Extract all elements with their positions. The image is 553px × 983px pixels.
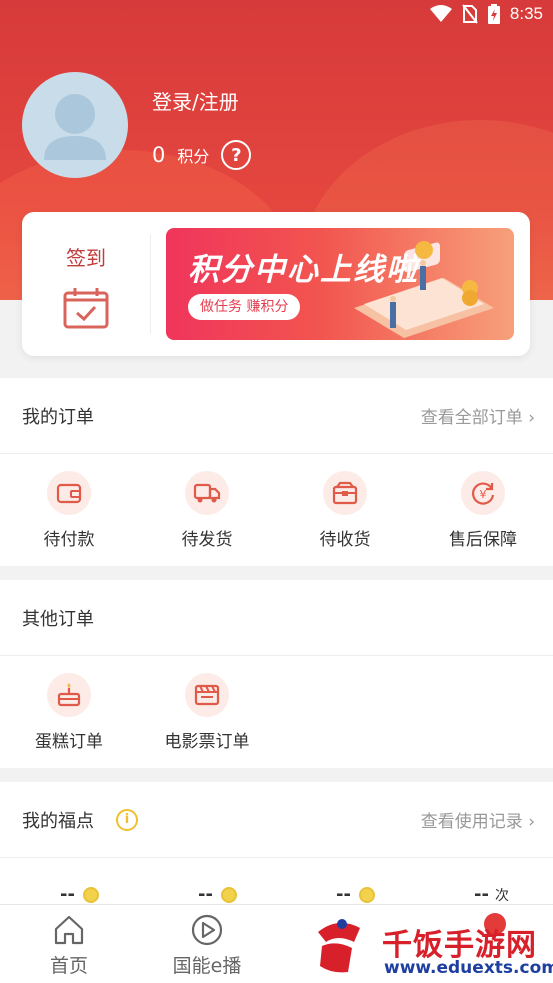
other-orders-header: 其他订单 [0,580,553,656]
order-item-label: 待发货 [181,530,233,550]
fudian-value: -- [198,884,213,905]
fudian-value-item: -- 次 [474,884,509,905]
film-icon [185,673,229,717]
wifi-icon [429,5,452,22]
wallet-icon [47,471,91,515]
order-after-sales[interactable]: ¥ 售后保障 [414,454,552,566]
tab-label: 国能e播 [172,955,242,977]
fudian-value: -- [336,884,351,905]
fudian-value-item: -- [60,884,99,905]
battery-charging-icon [487,4,500,24]
checkin-banner-card: 签到 积分中心上线啦 做任务 赚积分 [22,212,530,356]
banner-illustration [354,241,494,338]
help-icon[interactable]: ? [221,140,252,170]
card-divider [150,234,151,334]
fudian-value: -- [60,884,75,905]
fudian-value: -- [474,884,489,905]
site-watermark: 千饭手游网 www.eduexts.com [300,908,553,983]
no-sim-icon [462,4,478,24]
watermark-logo-icon [318,919,360,973]
fudian-value-item: -- [336,884,375,905]
banner-subtitle-pill: 做任务 赚积分 [188,294,301,320]
refund-icon: ¥ [461,471,505,515]
fudian-section: 我的福点 i 查看使用记录 › -- -- -- -- 次 [0,782,553,906]
coin-icon [82,886,99,903]
fudian-header: 我的福点 i 查看使用记录 › [0,782,553,858]
view-all-orders-link[interactable]: 查看全部订单 › [421,403,535,428]
order-item-label: 待收货 [319,530,371,550]
order-pending-shipment[interactable]: 待发货 [138,454,276,566]
movie-ticket-orders[interactable]: 电影票订单 [138,656,276,768]
my-orders-icons: 待付款 待发货 待收货 ¥ 售后保障 [0,454,553,566]
my-orders-section: 我的订单 查看全部订单 › 待付款 待发货 待收货 ¥ 售后保障 [0,378,553,566]
fudian-unit: 次 [494,887,509,904]
package-icon [323,471,367,515]
info-icon[interactable]: i [116,809,138,831]
tab-home[interactable]: 首页 [0,905,138,983]
view-usage-records-label: 查看使用记录 [420,812,523,832]
calendar-check-icon [63,288,109,329]
fudian-title: 我的福点 [22,811,94,832]
fudian-value-item: -- [198,884,237,905]
cake-orders[interactable]: 蛋糕订单 [0,656,138,768]
other-orders-section: 其他订单 蛋糕订单 电影票订单 [0,580,553,768]
coin-icon [358,886,375,903]
user-silhouette-icon [44,94,106,160]
tab-label: 首页 [49,955,88,977]
order-pending-receipt[interactable]: 待收货 [276,454,414,566]
points-value: 0 [152,143,166,167]
order-pending-payment[interactable]: 待付款 [0,454,138,566]
status-bar: 8:35 [0,0,553,34]
play-icon [191,914,223,946]
watermark-url: www.eduexts.com [384,958,553,978]
checkin-label: 签到 [66,246,106,270]
home-icon [54,915,84,945]
view-all-orders-label: 查看全部订单 [420,408,523,428]
truck-icon [185,471,229,515]
points-display: 0 积分 ? [152,140,252,170]
fudian-values: -- -- -- -- 次 [0,858,553,906]
other-orders-icons: 蛋糕订单 电影票订单 [0,656,553,768]
view-usage-records-link[interactable]: 查看使用记录 › [421,807,535,832]
points-unit: 积分 [177,147,210,166]
my-orders-header: 我的订单 查看全部订单 › [0,378,553,454]
status-time: 8:35 [509,4,543,23]
avatar[interactable] [22,72,128,178]
order-item-label: 售后保障 [449,530,517,550]
cake-icon [47,673,91,717]
other-orders-title: 其他订单 [22,609,94,630]
other-order-label: 电影票订单 [164,732,250,752]
chevron-right-icon: › [528,812,535,832]
chevron-right-icon: › [528,408,535,428]
checkin-button[interactable]: 签到 [22,212,150,356]
points-center-banner[interactable]: 积分中心上线啦 做任务 赚积分 [166,228,514,340]
other-order-label: 蛋糕订单 [35,732,103,752]
tab-guoneng-ebo[interactable]: 国能e播 [138,905,276,983]
my-orders-title: 我的订单 [22,407,94,428]
coin-icon [220,886,237,903]
login-register-link[interactable]: 登录/注册 [152,86,239,115]
svg-text:¥: ¥ [480,488,487,501]
order-item-label: 待付款 [43,530,95,550]
